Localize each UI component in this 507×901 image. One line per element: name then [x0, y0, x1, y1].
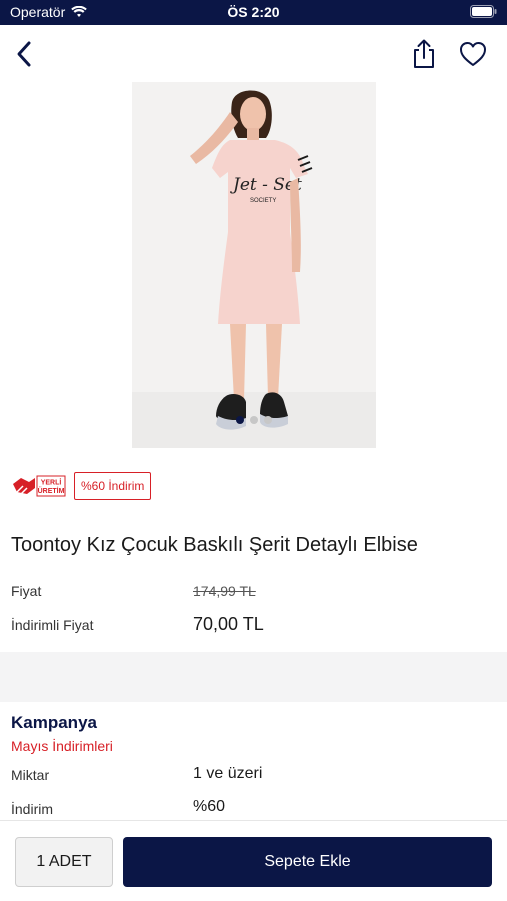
image-carousel-dots[interactable]: [236, 416, 272, 424]
add-to-cart-button[interactable]: Sepete Ekle: [123, 837, 492, 887]
local-badge-line1: YERLİ: [41, 479, 62, 487]
product-title: Toontoy Kız Çocuk Baskılı Şerit Detaylı …: [11, 534, 418, 556]
campaign-heading: Kampanya: [11, 713, 97, 732]
discount-badge: %60 İndirim: [74, 472, 152, 500]
discounted-price-label: İndirimli Fiyat: [11, 617, 94, 633]
quantity-button[interactable]: 1 ADET: [15, 837, 113, 887]
battery-icon: [470, 5, 497, 21]
share-icon: [414, 39, 434, 68]
back-button[interactable]: [12, 39, 40, 69]
section-divider: [0, 652, 507, 702]
price-label: Fiyat: [11, 583, 42, 599]
clock: ÖS 2:20: [227, 4, 280, 20]
discount-value: %60: [193, 798, 226, 815]
status-bar: Operatör ÖS 2:20: [0, 0, 507, 25]
quantity-value: 1 ve üzeri: [193, 765, 263, 782]
local-production-badge: YERLİ ÜRETİM: [13, 475, 66, 497]
local-badge-line2: ÜRETİM: [38, 486, 65, 495]
quantity-label: Miktar: [11, 767, 50, 783]
product-badges: YERLİ ÜRETİM %60 İndirim: [11, 472, 152, 500]
campaign-name: Mayıs İndirimleri: [11, 738, 113, 754]
carousel-dot[interactable]: [264, 416, 272, 424]
product-photo: Jet - Set SOCIETY: [132, 82, 376, 448]
product-image[interactable]: Jet - Set SOCIETY: [132, 82, 376, 448]
carousel-dot[interactable]: [236, 416, 244, 424]
bottom-action-bar: 1 ADET Sepete Ekle: [0, 820, 507, 901]
chevron-left-icon: [17, 41, 31, 67]
shirt-print-sub: SOCIETY: [250, 198, 276, 204]
favorite-button[interactable]: [458, 40, 488, 68]
navigation-bar: [0, 25, 507, 83]
discounted-price: 70,00 TL: [193, 614, 264, 634]
heart-icon: [460, 42, 486, 66]
old-price: 174,99 TL: [193, 583, 256, 599]
share-button[interactable]: [410, 38, 438, 70]
carousel-dot[interactable]: [250, 416, 258, 424]
discount-label: İndirim: [11, 801, 54, 817]
